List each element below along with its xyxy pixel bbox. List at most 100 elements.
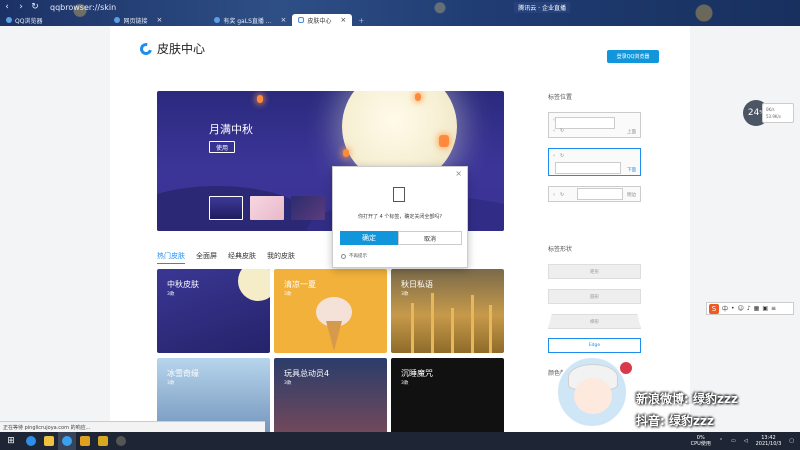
tab-1[interactable]: 网页链接 ×: [108, 14, 168, 26]
skin-icon[interactable]: ▣: [762, 305, 768, 312]
shape-trapezoid-button[interactable]: 梯形: [548, 314, 641, 329]
refresh-button[interactable]: ↻: [28, 2, 42, 12]
shape-edge-button[interactable]: Edge: [548, 338, 641, 353]
login-button[interactable]: 登录QQ浏览器: [607, 50, 659, 63]
sogou-logo-icon: S: [709, 303, 719, 314]
skin-icon: [298, 17, 305, 23]
skin-card[interactable]: 清凉一夏 3款: [274, 269, 387, 353]
skin-count: 3款: [167, 292, 175, 297]
clock[interactable]: 13:42 2021/10/3: [756, 435, 782, 447]
category-tabs: 热门皮肤 全面屏 经典皮肤 我的皮肤: [157, 251, 295, 264]
skin-count: 3款: [284, 381, 292, 386]
page-title: 皮肤中心: [157, 42, 206, 56]
lantern: [439, 135, 449, 147]
url-input[interactable]: qqbrowser://skin: [50, 3, 116, 12]
tab-fullscreen[interactable]: 全面屏: [196, 251, 217, 264]
qq-browser-icon: [6, 17, 12, 23]
tab-2[interactable]: 有奖 gaLS直播 ... ×: [208, 14, 292, 26]
tab-classic[interactable]: 经典皮肤: [228, 251, 256, 264]
windows-start-icon[interactable]: ⊞: [0, 432, 22, 450]
tab-3[interactable]: 皮肤中心 ×: [292, 14, 353, 26]
tab-position-label: 标签位置: [548, 94, 573, 101]
skin-name: 中秋皮肤: [167, 280, 199, 289]
notification-icon[interactable]: ▢: [789, 438, 794, 444]
tab-label: 有奖 gaLS直播 ...: [223, 17, 272, 25]
edge-icon[interactable]: [22, 432, 40, 450]
new-tab-button[interactable]: ＋: [352, 14, 370, 26]
ime-mode[interactable]: 中: [722, 304, 728, 313]
close-tab-icon[interactable]: ×: [281, 16, 287, 24]
checkbox-icon: [341, 253, 346, 259]
tray-expand-icon[interactable]: ⌃: [719, 438, 723, 444]
qq-browser-logo-icon: [137, 40, 155, 57]
douyin-watermark: 抖音: 绿豹zzz: [636, 414, 714, 428]
forward-button[interactable]: ›: [14, 2, 28, 12]
skin-card[interactable]: 玩具总动员4 3款: [274, 358, 387, 432]
punctuation-icon[interactable]: •: [731, 305, 735, 312]
app-icon[interactable]: [76, 432, 94, 450]
confirm-button[interactable]: 确定: [340, 231, 398, 245]
banner-thumb-1[interactable]: [209, 196, 243, 220]
volume-icon[interactable]: ◁: [744, 438, 748, 444]
obs-icon[interactable]: [112, 432, 130, 450]
lantern: [343, 149, 349, 157]
use-skin-button[interactable]: 使用: [209, 141, 235, 153]
app-icon[interactable]: [94, 432, 112, 450]
cpu-meter[interactable]: 0% CPU使用: [691, 435, 711, 447]
address-bar: ‹ › ↻ qqbrowser://skin: [0, 0, 800, 14]
skin-name: 秋日私语: [401, 280, 433, 289]
dialog-message: 你打开了 4 个标签，确定关闭全部吗?: [357, 214, 442, 220]
skin-count: 3款: [401, 381, 409, 386]
skin-name: 清凉一夏: [284, 280, 316, 289]
skin-count: 3款: [284, 292, 292, 297]
banner-thumb-2[interactable]: [250, 196, 284, 220]
tab-position-bottom[interactable]: ‹ ↻ 下面: [548, 148, 641, 176]
tab-hot-skins[interactable]: 热门皮肤: [157, 251, 185, 264]
system-tray: 0% CPU使用 ⌃ ▭ ◁ 13:42 2021/10/3 ▢: [691, 432, 800, 450]
mic-icon[interactable]: ♪: [747, 305, 751, 312]
skin-card[interactable]: 沉睡魔咒 3款: [391, 358, 504, 432]
skin-card[interactable]: 秋日私语 3款: [391, 269, 504, 353]
page-icon: [214, 17, 221, 23]
close-tabs-dialog: × 你打开了 4 个标签，确定关闭全部吗? 确定 取消 不再提示: [332, 166, 468, 268]
close-icon[interactable]: ×: [455, 169, 462, 178]
close-tab-icon[interactable]: ×: [156, 16, 162, 24]
qq-browser-taskbar-icon[interactable]: [58, 432, 76, 450]
banner-thumb-3[interactable]: [291, 196, 325, 220]
skin-name: 玩具总动员4: [284, 369, 330, 378]
tab-my-skins[interactable]: 我的皮肤: [267, 251, 295, 264]
skin-card[interactable]: 中秋皮肤 3款: [157, 269, 270, 353]
tab-position-top[interactable]: ‹ ‹ ↻ 上面: [548, 112, 641, 138]
cancel-button[interactable]: 取消: [398, 231, 462, 245]
tab-0[interactable]: QQ浏览器: [0, 14, 48, 26]
emoji-icon[interactable]: ☺: [738, 305, 744, 312]
refresh-icon: ↻: [560, 153, 565, 159]
page-icon: [114, 17, 121, 23]
skin-count: 3款: [167, 381, 175, 386]
page-header: 皮肤中心: [137, 40, 206, 57]
tab-label: 皮肤中心: [307, 17, 332, 25]
banner-title: 月满中秋: [209, 123, 253, 136]
tab-position-side[interactable]: ‹ ↻ 侧边: [548, 186, 641, 202]
network-icon[interactable]: ▭: [731, 438, 736, 444]
skin-name: 冰雪奇缘: [167, 369, 199, 378]
back-button[interactable]: ‹: [0, 2, 14, 12]
status-bar: 正在等待 pinglicrujoya.com 的响应...: [0, 421, 265, 432]
ad-banner[interactable]: 腾讯云 · 企业直播: [514, 2, 570, 13]
shape-rect-button[interactable]: 矩形: [548, 264, 641, 279]
close-tab-icon[interactable]: ×: [340, 16, 346, 24]
ime-toolbar[interactable]: S 中 • ☺ ♪ ▦ ▣ ≡: [706, 302, 794, 315]
shape-round-button[interactable]: 圆形: [548, 289, 641, 304]
refresh-icon: ↻: [560, 128, 565, 134]
lantern: [415, 93, 421, 101]
taskbar: ⊞ 0% CPU使用 ⌃ ▭ ◁ 13:42 2021/10/3 ▢: [0, 432, 800, 450]
document-icon: [390, 187, 405, 207]
tab-shape-label: 标签形状: [548, 246, 573, 253]
skin-name: 沉睡魔咒: [401, 369, 433, 378]
menu-icon[interactable]: ≡: [771, 305, 776, 312]
file-explorer-icon[interactable]: [40, 432, 58, 450]
browser-chrome: ‹ › ↻ qqbrowser://skin 腾讯云 · 企业直播 QQ浏览器 …: [0, 0, 800, 26]
keyboard-icon[interactable]: ▦: [754, 305, 760, 312]
dont-show-again-checkbox[interactable]: 不再提示: [341, 253, 367, 259]
skin-center-page: 皮肤中心 登录QQ浏览器 月满中秋 使用 热门皮肤 全面屏 经典皮肤 我的皮肤 …: [0, 26, 800, 432]
